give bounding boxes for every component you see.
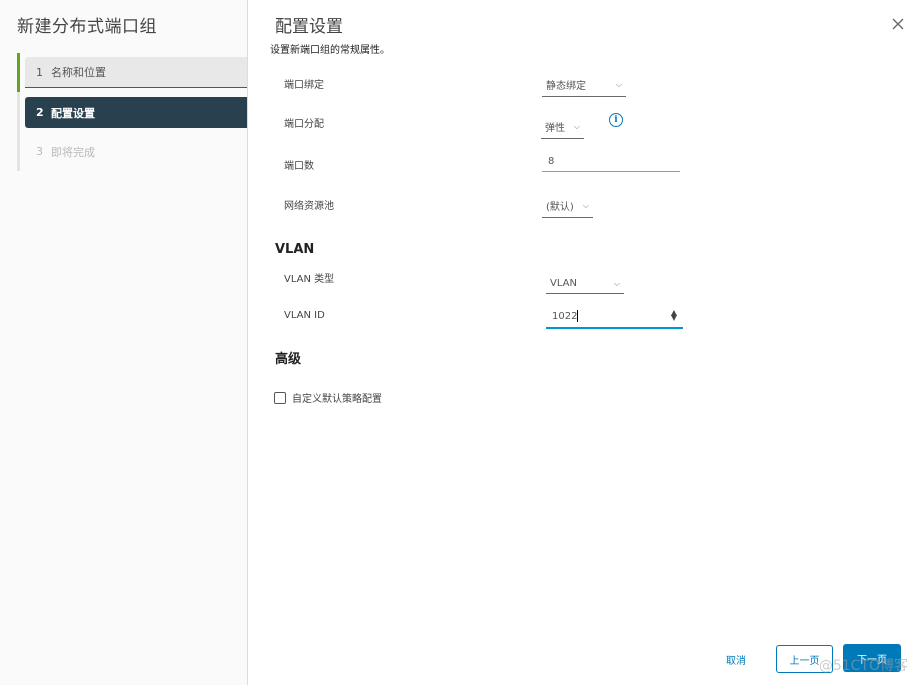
close-icon: [892, 18, 904, 30]
vlan-id-row: VLAN ID 1022 ▲ ▼: [249, 309, 918, 334]
custom-policy-checkbox[interactable]: [274, 391, 286, 404]
chevron-down-icon: ⌵: [613, 278, 620, 288]
step-label: 配置设置: [51, 106, 95, 120]
main-panel: 配置设置 设置新端口组的常规属性。 端口绑定 静态绑定 ⌵ 端口分配 弹性 ⌵ …: [249, 0, 918, 685]
step-name-and-location[interactable]: 1 名称和位置: [25, 57, 247, 88]
step-number: 1: [36, 65, 43, 79]
port-binding-value: 静态绑定: [546, 81, 586, 92]
vlan-section-title: VLAN: [275, 242, 315, 257]
text-cursor: [577, 310, 579, 322]
advanced-section-title: 高级: [275, 352, 302, 367]
chevron-down-icon: ⌵: [582, 200, 589, 210]
custom-policy-label: 自定义默认策略配置: [292, 394, 382, 405]
port-allocation-value: 弹性: [545, 123, 565, 134]
port-allocation-label: 端口分配: [284, 119, 324, 130]
port-binding-row: 端口绑定 静态绑定 ⌵: [249, 76, 918, 100]
step-ready-to-complete: 3 即将完成: [25, 136, 247, 167]
spinner-down-icon[interactable]: ▼: [671, 314, 677, 322]
port-binding-label: 端口绑定: [284, 80, 324, 91]
step-number: 2: [36, 106, 44, 119]
port-binding-select[interactable]: 静态绑定 ⌵: [542, 76, 626, 97]
wizard-sidebar: 新建分布式端口组 1 名称和位置 2 配置设置 3 即将完成: [0, 0, 248, 685]
vlan-id-value: 1022: [552, 311, 578, 322]
vlan-id-label: VLAN ID: [284, 310, 325, 321]
step-label: 即将完成: [51, 145, 95, 159]
port-count-row: 端口数 8: [249, 155, 918, 181]
back-button[interactable]: 上一页: [776, 645, 833, 673]
vlan-type-value: VLAN: [550, 278, 577, 289]
port-count-input[interactable]: 8: [542, 155, 680, 172]
info-icon[interactable]: i: [609, 113, 623, 127]
wizard-title: 新建分布式端口组: [17, 17, 157, 37]
port-count-label: 端口数: [284, 161, 314, 172]
steps-progress-indicator: [17, 53, 20, 92]
vlan-type-select[interactable]: VLAN ⌵: [546, 277, 624, 294]
step-label: 名称和位置: [51, 66, 106, 79]
step-configure-settings[interactable]: 2 配置设置: [25, 97, 247, 128]
cancel-button[interactable]: 取消: [716, 645, 756, 673]
number-spinner[interactable]: ▲ ▼: [671, 309, 677, 322]
step-number: 3: [36, 145, 43, 158]
close-button[interactable]: [890, 16, 906, 32]
custom-policy-option[interactable]: 自定义默认策略配置: [274, 390, 382, 405]
page-title: 配置设置: [275, 17, 343, 37]
vlan-type-row: VLAN 类型 VLAN ⌵: [249, 270, 918, 294]
port-allocation-select[interactable]: 弹性 ⌵: [541, 118, 584, 139]
vlan-type-label: VLAN 类型: [284, 274, 335, 285]
network-pool-row: 网络资源池 (默认) ⌵: [249, 197, 918, 221]
network-pool-label: 网络资源池: [284, 201, 334, 212]
chevron-down-icon: ⌵: [615, 79, 622, 89]
port-allocation-row: 端口分配 弹性 ⌵ i: [249, 113, 918, 139]
next-button[interactable]: 下一页: [843, 644, 901, 672]
chevron-down-icon: ⌵: [573, 121, 580, 131]
network-pool-select[interactable]: (默认) ⌵: [542, 197, 593, 218]
page-subtitle: 设置新端口组的常规属性。: [270, 45, 390, 56]
vlan-id-input[interactable]: 1022 ▲ ▼: [546, 309, 683, 329]
network-pool-value: (默认): [546, 202, 574, 213]
